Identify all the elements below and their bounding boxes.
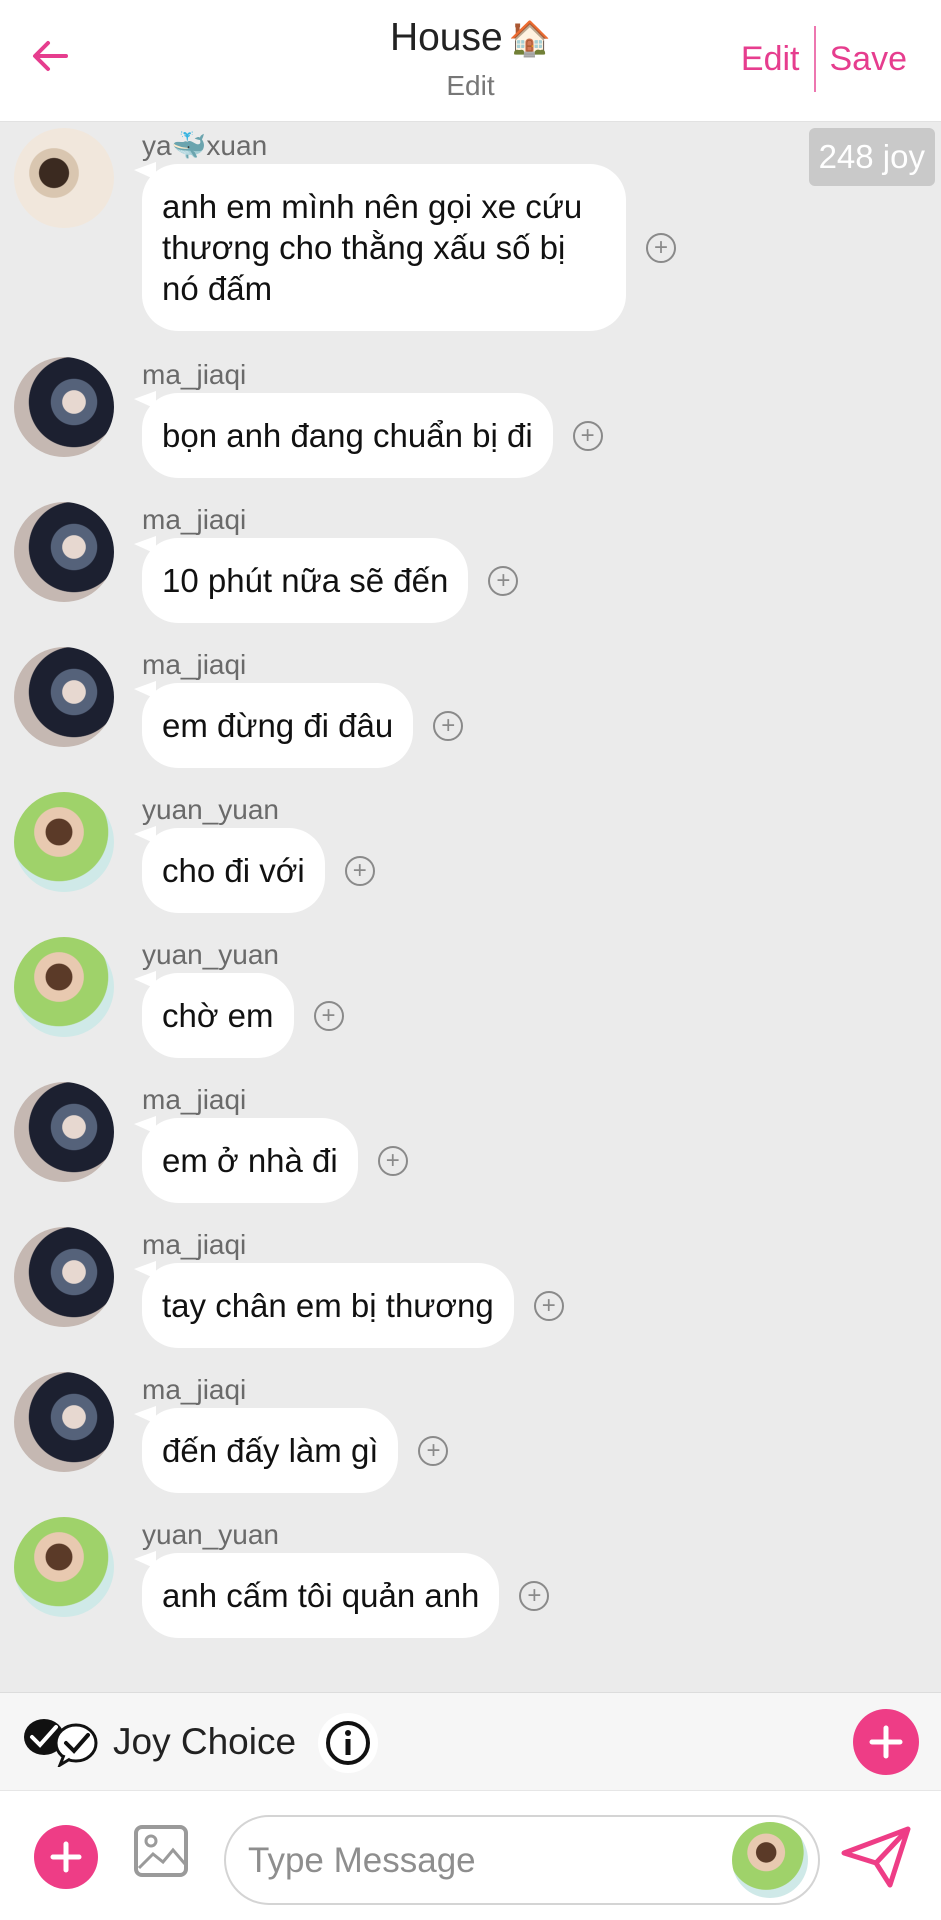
send-icon[interactable] <box>840 1825 912 1889</box>
message-item: yuan_yuan chờ em + <box>0 937 941 1058</box>
message-username: yuan_yuan <box>142 794 280 825</box>
message-bubble[interactable]: em đừng đi đâu <box>142 683 414 768</box>
header-actions: Edit Save <box>727 26 921 92</box>
plus-circle-icon[interactable]: + <box>433 710 464 741</box>
plus-circle-icon[interactable]: + <box>519 1580 550 1611</box>
sender-avatar[interactable] <box>732 1822 808 1898</box>
avatar[interactable] <box>14 937 114 1037</box>
plus-circle-icon[interactable]: + <box>572 420 603 451</box>
message-item: ma_jiaqi em ở nhà đi + <box>0 1082 941 1203</box>
message-username: ma_jiaqi <box>142 649 247 680</box>
plus-circle-icon[interactable]: + <box>418 1435 449 1466</box>
message-item: ya🐳xuan anh em mình nên gọi xe cứu thươn… <box>0 128 941 331</box>
message-username: ma_jiaqi <box>142 359 247 390</box>
house-emoji: 🏠 <box>508 20 552 58</box>
chat-header: House 🏠 Edit Edit Save <box>0 0 941 122</box>
message-bubble[interactable]: anh cấm tôi quản anh <box>142 1553 500 1638</box>
message-item: ma_jiaqi đến đấy làm gì + <box>0 1372 941 1493</box>
compose-bar <box>0 1790 941 1920</box>
message-input-container <box>224 1815 820 1905</box>
message-username: ma_jiaqi <box>142 1229 247 1260</box>
plus-circle-icon[interactable]: + <box>488 565 519 596</box>
info-icon[interactable] <box>318 1713 378 1773</box>
avatar[interactable] <box>14 1227 114 1327</box>
message-bubble[interactable]: em ở nhà đi <box>142 1118 358 1203</box>
save-button[interactable]: Save <box>816 40 922 79</box>
plus-circle-icon[interactable]: + <box>533 1290 564 1321</box>
header-divider <box>813 26 816 92</box>
plus-circle-icon[interactable]: + <box>313 1000 344 1031</box>
message-username: yuan_yuan <box>142 939 280 970</box>
message-item: ma_jiaqi bọn anh đang chuẩn bị đi + <box>0 357 941 478</box>
plus-circle-icon[interactable]: + <box>377 1145 408 1176</box>
chat-title-text: House <box>389 16 503 59</box>
message-username: ya🐳xuan <box>142 130 268 161</box>
plus-circle-icon[interactable]: + <box>344 855 375 886</box>
avatar[interactable] <box>14 357 114 457</box>
avatar[interactable] <box>14 792 114 892</box>
avatar[interactable] <box>14 1372 114 1472</box>
plus-circle-icon[interactable]: + <box>646 232 676 263</box>
message-username: ma_jiaqi <box>142 504 247 535</box>
plus-icon <box>869 1725 903 1759</box>
message-item: yuan_yuan anh cấm tôi quản anh + <box>0 1517 941 1638</box>
message-username: yuan_yuan <box>142 1519 280 1550</box>
message-bubble[interactable]: cho đi với <box>142 828 325 913</box>
message-bubble[interactable]: tay chân em bị thương <box>142 1263 514 1348</box>
message-input[interactable] <box>248 1835 718 1887</box>
joy-choice-label[interactable]: Joy Choice <box>113 1721 296 1763</box>
image-icon[interactable] <box>133 1824 189 1878</box>
message-bubble[interactable]: chờ em <box>142 973 294 1058</box>
avatar[interactable] <box>14 647 114 747</box>
message-bubble[interactable]: 10 phút nữa sẽ đến <box>142 538 469 623</box>
message-item: ma_jiaqi 10 phút nữa sẽ đến + <box>0 502 941 623</box>
edit-button[interactable]: Edit <box>727 40 814 79</box>
message-list[interactable]: 248 joy ya🐳xuan anh em mình nên gọi xe c… <box>0 124 941 1692</box>
chat-check-icon <box>24 1719 98 1767</box>
avatar[interactable] <box>14 128 114 228</box>
joy-add-button[interactable] <box>853 1709 919 1775</box>
message-bubble[interactable]: anh em mình nên gọi xe cứu thương cho th… <box>142 164 626 331</box>
message-item: ma_jiaqi tay chân em bị thương + <box>0 1227 941 1348</box>
plus-icon <box>50 1841 82 1873</box>
avatar[interactable] <box>14 1082 114 1182</box>
avatar[interactable] <box>14 1517 114 1617</box>
message-bubble[interactable]: bọn anh đang chuẩn bị đi <box>142 393 553 478</box>
message-username: ma_jiaqi <box>142 1084 247 1115</box>
message-bubble[interactable]: đến đấy làm gì <box>142 1408 399 1493</box>
message-username: ma_jiaqi <box>142 1374 247 1405</box>
avatar[interactable] <box>14 502 114 602</box>
message-item: ma_jiaqi em đừng đi đâu + <box>0 647 941 768</box>
compose-add-button[interactable] <box>34 1825 98 1889</box>
joy-choice-bar: Joy Choice <box>0 1692 941 1790</box>
message-item: yuan_yuan cho đi với + <box>0 792 941 913</box>
